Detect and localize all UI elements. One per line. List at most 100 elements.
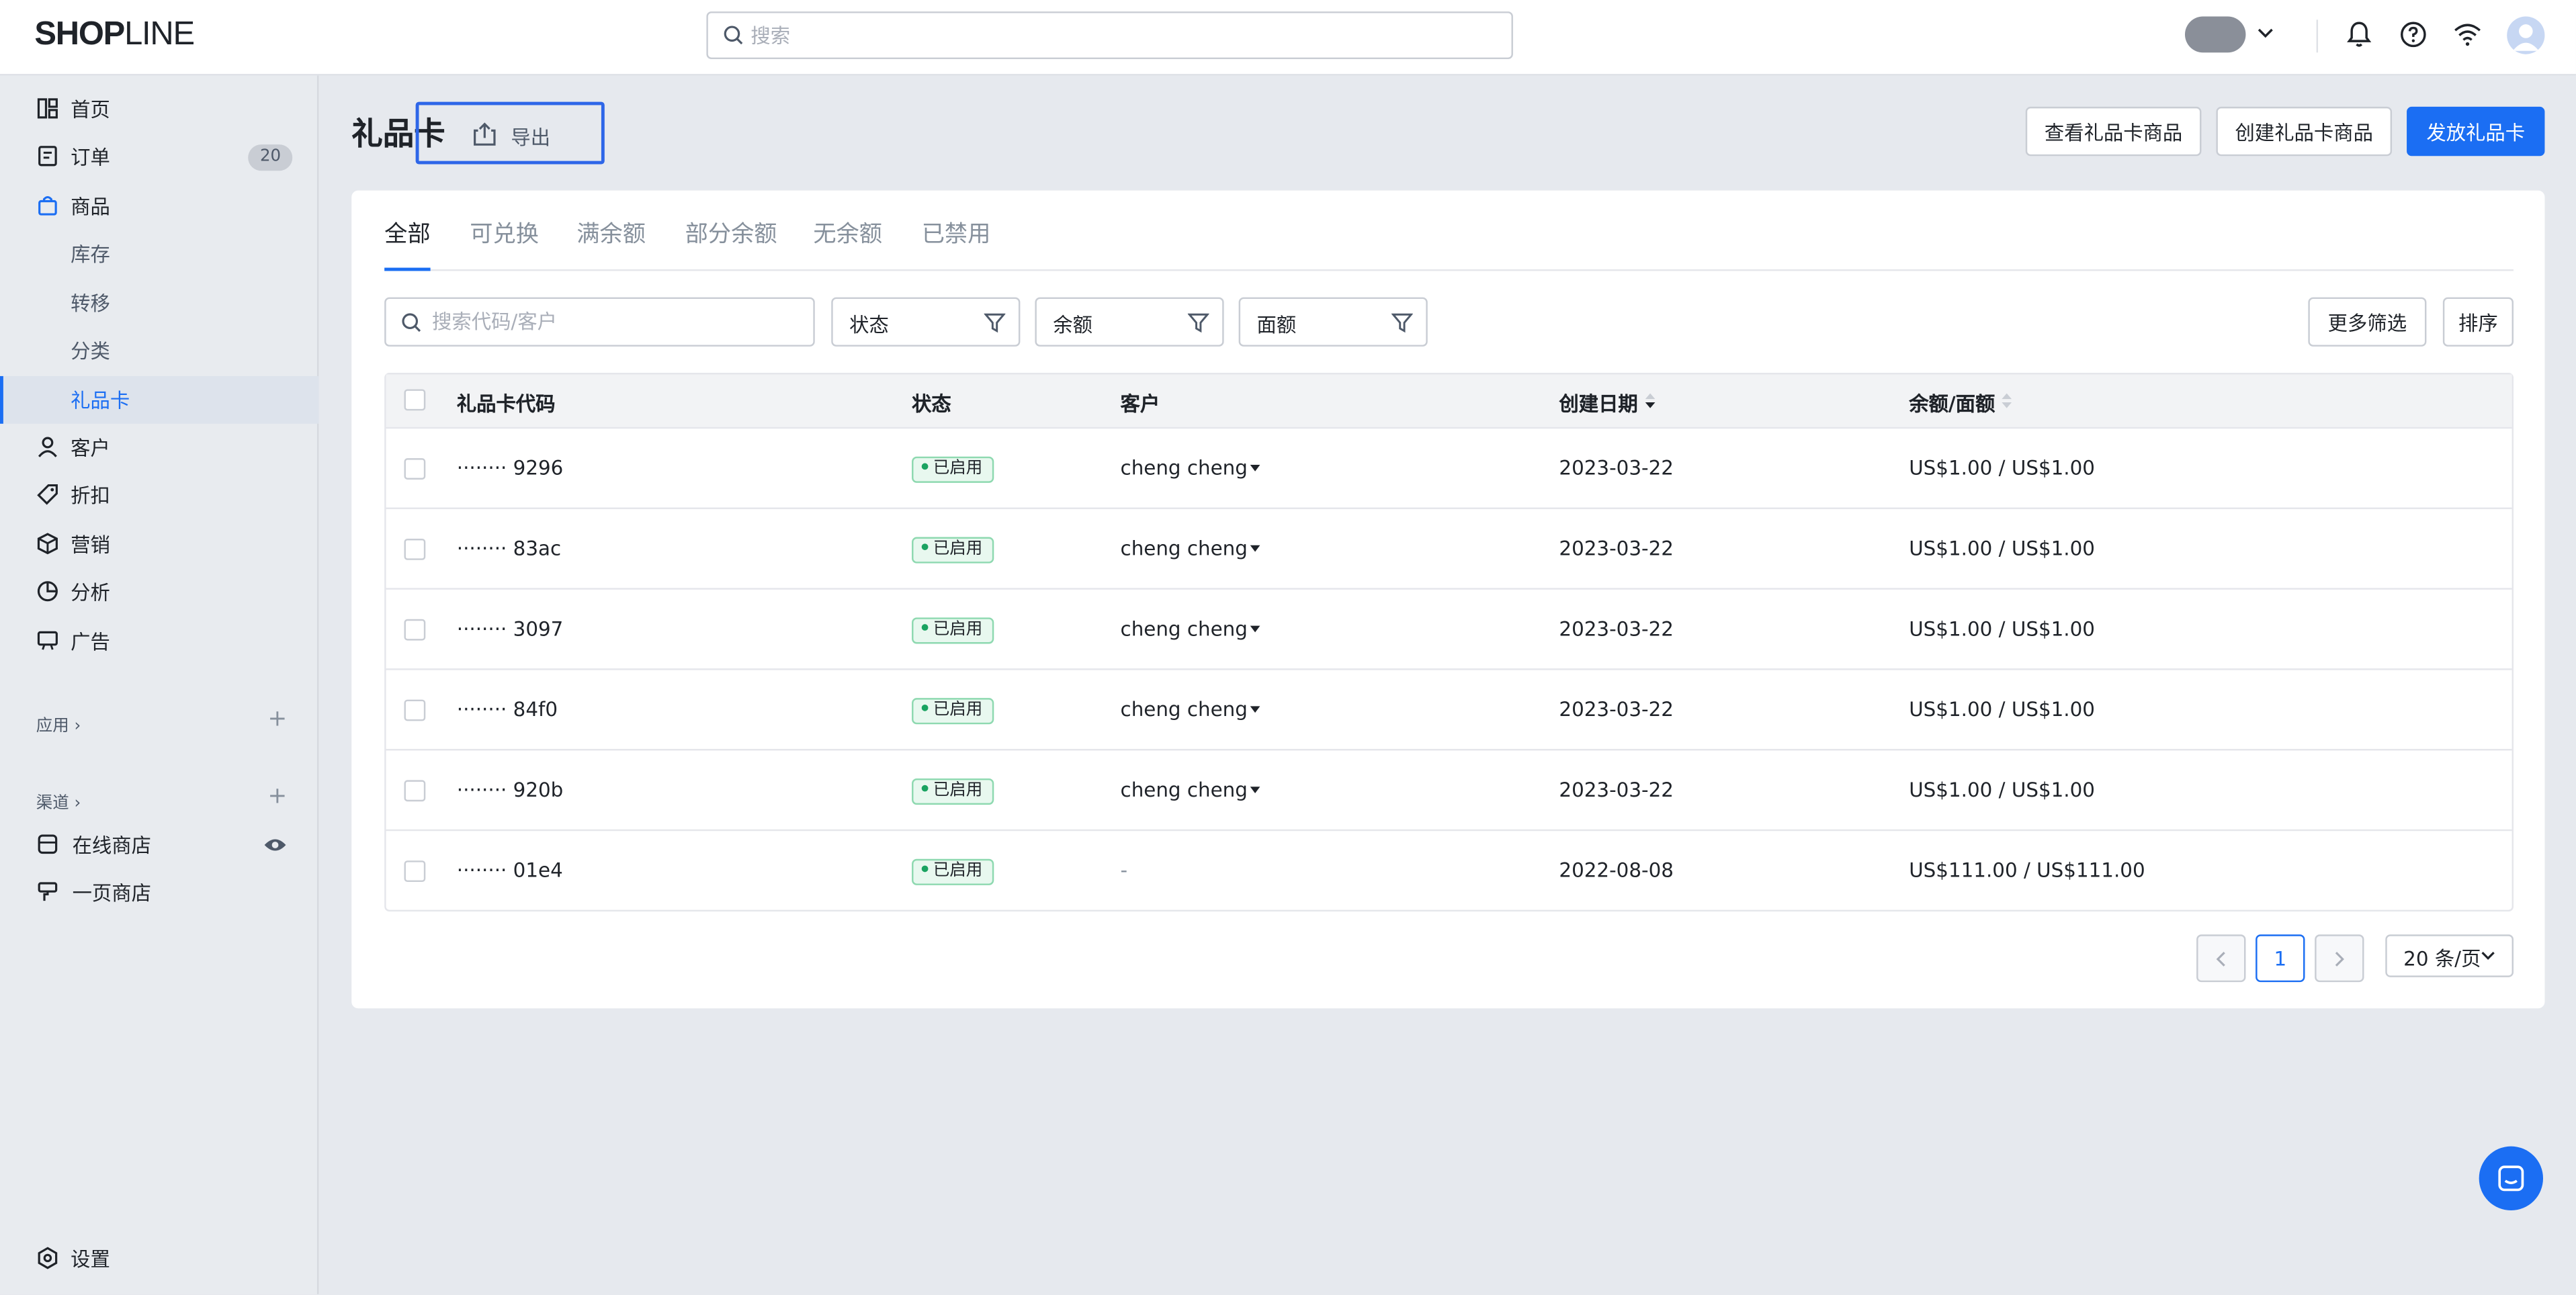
- tab-disabled[interactable]: 已禁用: [922, 217, 991, 271]
- row-checkbox[interactable]: [404, 458, 426, 480]
- brush-icon: [38, 882, 58, 901]
- gift-card-code[interactable]: ········ 84f0: [457, 698, 558, 721]
- customer-name: cheng cheng: [1120, 456, 1248, 480]
- chevron-down-icon[interactable]: [2256, 23, 2275, 42]
- page-number-button[interactable]: 1: [2256, 934, 2305, 983]
- export-button[interactable]: 导出: [415, 101, 605, 165]
- chat-icon: [2498, 1165, 2524, 1192]
- sidebar-item-marketing[interactable]: 营销: [0, 521, 318, 568]
- column-header-balance-face-value[interactable]: 余额/面额: [1909, 389, 1995, 417]
- sidebar-item-products[interactable]: 商品: [0, 182, 318, 230]
- export-icon: [474, 122, 496, 146]
- status-tabs: 全部 可兑换 满余额 部分余额 无余额 已禁用: [384, 191, 2514, 271]
- tab-partial-balance[interactable]: 部分余额: [685, 217, 777, 271]
- filter-funnel-icon: [1187, 313, 1209, 333]
- status-filter[interactable]: 状态: [831, 297, 1021, 347]
- sort-arrows-icon[interactable]: [2001, 392, 2012, 408]
- next-page-button[interactable]: [2315, 934, 2364, 983]
- search-icon: [402, 313, 421, 332]
- gift-card-code[interactable]: ········ 3097: [457, 617, 564, 640]
- global-search-input[interactable]: [750, 19, 1490, 53]
- row-checkbox[interactable]: [404, 538, 426, 560]
- add-channel-plus-icon[interactable]: +: [268, 783, 288, 809]
- global-search-box[interactable]: [706, 11, 1513, 60]
- table-row[interactable]: ········ 84f0 已启用 cheng cheng 2023-03-22…: [386, 668, 2512, 749]
- channels-section-label[interactable]: 渠道 ›: [36, 789, 81, 813]
- column-header-created-date[interactable]: 创建日期: [1559, 389, 1637, 417]
- gift-card-code[interactable]: ········ 01e4: [457, 859, 563, 882]
- row-checkbox[interactable]: [404, 780, 426, 802]
- tab-no-balance[interactable]: 无余额: [813, 217, 882, 271]
- apps-section-label[interactable]: 应用 ›: [36, 711, 81, 736]
- create-gift-card-product-button[interactable]: 创建礼品卡商品: [2216, 106, 2393, 157]
- user-icon: [38, 437, 57, 457]
- export-label: 导出: [511, 126, 551, 150]
- sidebar-item-transfers[interactable]: 转移: [0, 279, 318, 327]
- balance-face-value: US$1.00 / US$1.00: [1909, 456, 2095, 480]
- prev-page-button[interactable]: [2196, 934, 2246, 983]
- gift-card-code[interactable]: ········ 920b: [457, 778, 564, 801]
- column-header-code: 礼品卡代码: [456, 392, 556, 416]
- bell-icon[interactable]: [2346, 19, 2372, 49]
- sidebar-item-online-store[interactable]: 在线商店: [0, 821, 318, 869]
- sidebar-item-one-page-store[interactable]: 一页商店: [0, 868, 318, 916]
- issue-gift-card-button[interactable]: 发放礼品卡: [2407, 106, 2545, 157]
- sort-arrows-icon[interactable]: [1645, 392, 1656, 408]
- chat-support-button[interactable]: [2479, 1146, 2544, 1211]
- store-switcher[interactable]: [2184, 16, 2246, 53]
- dashboard-icon: [37, 98, 58, 119]
- balance-filter[interactable]: 余额: [1035, 297, 1224, 347]
- caret-down-icon: [1250, 463, 1261, 471]
- avatar[interactable]: [2507, 16, 2545, 54]
- sidebar-item-analytics[interactable]: 分析: [0, 568, 318, 616]
- code-customer-search-box[interactable]: [384, 297, 815, 347]
- page-size-select[interactable]: 20 条/页: [2385, 934, 2514, 977]
- table-row[interactable]: ········ 83ac 已启用 cheng cheng 2023-03-22…: [386, 507, 2512, 588]
- customer-dropdown[interactable]: cheng cheng: [1121, 778, 1261, 801]
- view-gift-card-products-button[interactable]: 查看礼品卡商品: [2025, 106, 2202, 157]
- code-customer-search-input[interactable]: [432, 307, 802, 337]
- table-row[interactable]: ········ 3097 已启用 cheng cheng 2023-03-22…: [386, 588, 2512, 668]
- eye-icon[interactable]: [263, 836, 288, 854]
- logo-text-light: LINE: [124, 16, 195, 53]
- sidebar-item-discounts[interactable]: 折扣: [0, 472, 318, 519]
- shopline-logo[interactable]: SHOPLINE: [34, 16, 195, 54]
- gift-card-code[interactable]: ········ 83ac: [457, 537, 561, 560]
- customer-name: -: [1120, 858, 1128, 883]
- store-icon: [38, 834, 58, 854]
- tab-full-balance[interactable]: 满余额: [576, 217, 646, 271]
- sidebar-item-ads[interactable]: 广告: [0, 617, 318, 665]
- wifi-icon[interactable]: [2453, 21, 2483, 48]
- customer-dropdown[interactable]: cheng cheng: [1121, 617, 1261, 641]
- gift-card-code[interactable]: ········ 9296: [457, 457, 564, 480]
- table-row[interactable]: ········ 920b 已启用 cheng cheng 2023-03-22…: [386, 748, 2512, 830]
- sidebar-item-home[interactable]: 首页: [0, 85, 318, 133]
- sidebar-item-label: 分类: [71, 340, 110, 363]
- face-value-filter[interactable]: 面额: [1238, 297, 1428, 347]
- sidebar-item-gift-cards[interactable]: 礼品卡: [0, 375, 319, 424]
- table-row[interactable]: ········ 9296 已启用 cheng cheng 2023-03-22…: [386, 427, 2512, 508]
- sidebar-item-settings[interactable]: 设置: [0, 1235, 318, 1283]
- sidebar-item-categories[interactable]: 分类: [0, 327, 318, 375]
- sidebar-item-inventory[interactable]: 库存: [0, 230, 318, 277]
- customer-dropdown[interactable]: cheng cheng: [1121, 457, 1261, 480]
- sidebar-item-label: 订单: [71, 146, 110, 169]
- sidebar-item-customers[interactable]: 客户: [0, 424, 318, 472]
- sidebar-item-orders[interactable]: 订单 20: [0, 133, 318, 181]
- status-badge: 已启用: [912, 698, 994, 725]
- row-checkbox[interactable]: [404, 860, 426, 883]
- more-filters-button[interactable]: 更多筛选: [2308, 297, 2427, 347]
- customer-dropdown[interactable]: cheng cheng: [1121, 537, 1261, 560]
- sort-button[interactable]: 排序: [2442, 297, 2514, 347]
- tab-all[interactable]: 全部: [384, 217, 431, 271]
- row-checkbox[interactable]: [404, 619, 426, 641]
- help-icon[interactable]: [2399, 19, 2428, 49]
- tab-redeemable[interactable]: 可兑换: [470, 217, 539, 271]
- table-row[interactable]: ········ 01e4 已启用 - 2022-08-08 US$111.00…: [386, 829, 2512, 910]
- ad-icon: [37, 631, 58, 650]
- customer-dropdown[interactable]: cheng cheng: [1121, 698, 1261, 721]
- select-all-checkbox[interactable]: [404, 389, 426, 411]
- add-app-plus-icon[interactable]: +: [268, 706, 288, 732]
- divider: [2316, 19, 2319, 53]
- row-checkbox[interactable]: [404, 699, 426, 721]
